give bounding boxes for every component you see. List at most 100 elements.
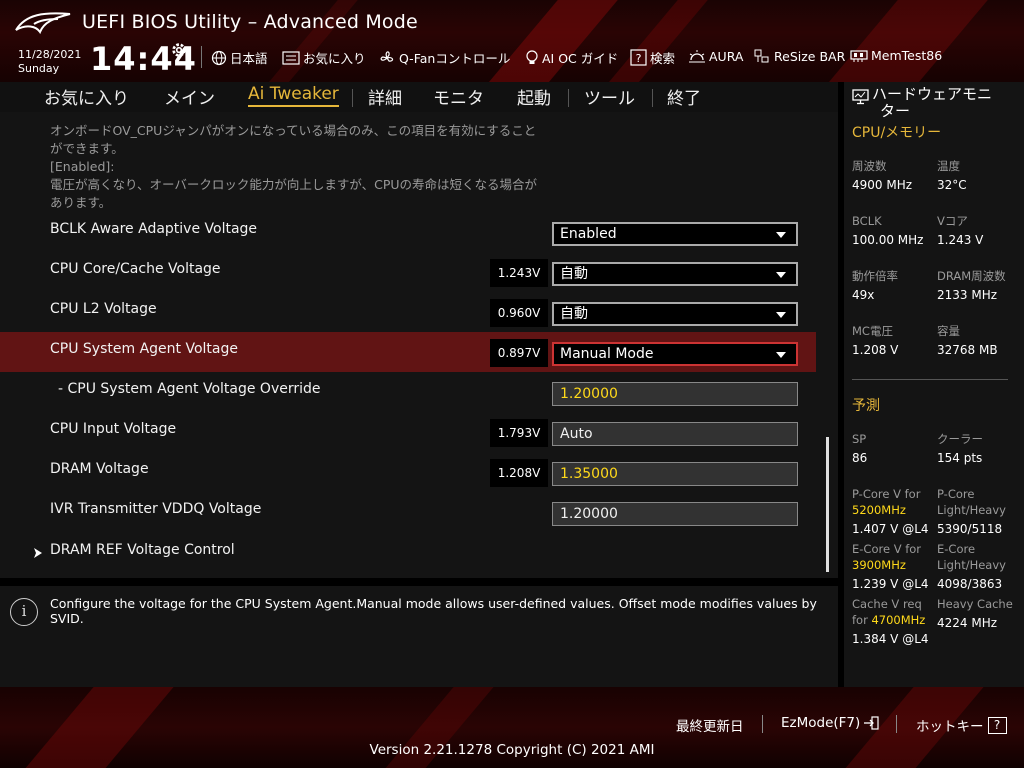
cpu-memory-section: CPU/メモリー — [852, 125, 942, 141]
hw-value: 4098/3863 — [937, 577, 1003, 591]
description-line: あります。 — [50, 195, 112, 210]
setting-label: CPU Input Voltage — [50, 421, 177, 437]
hw-label: Heavy Cache — [937, 597, 1013, 611]
gear-icon[interactable] — [170, 41, 188, 59]
globe-icon — [211, 50, 227, 65]
aura-icon — [689, 50, 705, 63]
tab-boot[interactable]: 起動 — [517, 84, 551, 109]
exit-arrow-icon — [864, 716, 879, 730]
hw-label-text: P-Core V for — [852, 487, 921, 501]
dropdown-value: Manual Mode — [560, 346, 654, 362]
hw-label-text: Light/Heavy — [937, 503, 1006, 517]
tab-main[interactable]: メイン — [164, 84, 215, 109]
language-button[interactable]: 日本語 — [211, 48, 268, 67]
divider — [201, 46, 202, 68]
dram-voltage-input[interactable]: 1.35000 — [552, 462, 798, 486]
setting-row-cpu-core-cache[interactable]: CPU Core/Cache Voltage 1.243V 自動 — [0, 252, 816, 292]
hw-freq-highlight: 3900MHz — [852, 558, 906, 572]
prediction-section: 予測 — [852, 398, 880, 414]
description-line: ができます。 — [50, 141, 124, 156]
setting-label: BCLK Aware Adaptive Voltage — [50, 221, 258, 237]
hw-label-text: E-Core — [937, 542, 976, 556]
menu-divider — [652, 89, 653, 107]
divider — [852, 379, 1008, 380]
last-modified-button[interactable]: 最終更新日 — [676, 715, 744, 735]
day-label: Sunday — [18, 62, 60, 75]
ezmode-button[interactable]: EzMode(F7) — [781, 715, 879, 731]
resize-bar-button[interactable]: ReSize BAR — [753, 48, 845, 64]
hw-label: BCLK — [852, 214, 882, 228]
hw-value: 2133 MHz — [937, 288, 998, 302]
ai-oc-guide-button[interactable]: AI OC ガイド — [525, 48, 618, 67]
tab-exit[interactable]: 終了 — [667, 84, 701, 109]
favorites-button[interactable]: お気に入り — [282, 48, 366, 67]
info-icon: i — [10, 598, 38, 626]
main-menu: お気に入り メイン Ai Tweaker 詳細 モニタ 起動 ツール 終了 — [0, 82, 838, 112]
tab-advanced[interactable]: 詳細 — [368, 84, 402, 109]
setting-row-cpu-input[interactable]: CPU Input Voltage 1.793V Auto — [0, 412, 816, 452]
tab-tool[interactable]: ツール — [584, 84, 635, 109]
setting-row-cpu-l2[interactable]: CPU L2 Voltage 0.960V 自動 — [0, 292, 816, 332]
hw-label-text: E-Core V for — [852, 542, 922, 556]
setting-row-dram-ref[interactable]: DRAM REF Voltage Control — [0, 533, 816, 573]
bclk-aware-dropdown[interactable]: Enabled — [552, 222, 798, 246]
setting-row-sa-override[interactable]: - CPU System Agent Voltage Override 1.20… — [0, 372, 816, 412]
hw-label-text: for — [852, 613, 868, 627]
tab-ai-tweaker[interactable]: Ai Tweaker — [248, 84, 339, 107]
hw-label: Cache V req for 4700MHz — [852, 596, 925, 628]
sa-override-input[interactable]: 1.20000 — [552, 382, 798, 406]
search-label: 検索 — [650, 51, 676, 66]
hw-title-line: ター — [880, 102, 911, 120]
hardware-monitor: ハードウェアモニ ター CPU/メモリー 周波数 4900 MHz 温度 32°… — [844, 82, 1024, 687]
language-label: 日本語 — [230, 51, 268, 66]
hw-freq-highlight: 5200MHz — [852, 503, 906, 517]
setting-row-cpu-system-agent[interactable]: CPU System Agent Voltage 0.897V Manual M… — [0, 332, 816, 372]
help-icon: ? — [987, 716, 1007, 734]
hw-label: DRAM周波数 — [937, 269, 1006, 283]
description-line: オンボードOV_CPUジャンパがオンになっている場合のみ、この項目を有効にするこ… — [50, 123, 537, 138]
hw-label: Vコア — [937, 214, 968, 228]
dropdown-value: Enabled — [560, 226, 617, 242]
setting-row-dram-voltage[interactable]: DRAM Voltage 1.208V 1.35000 — [0, 452, 816, 492]
bulb-icon — [526, 49, 538, 64]
hw-label-text: Light/Heavy — [937, 558, 1006, 572]
voltage-readout: 1.243V — [490, 259, 548, 287]
chevron-down-icon — [776, 352, 786, 358]
hw-label-text: P-Core — [937, 487, 975, 501]
chevron-right-icon — [34, 548, 42, 558]
voltage-readout: 1.793V — [490, 419, 548, 447]
scrollbar[interactable] — [826, 437, 829, 572]
hw-label: 温度 — [937, 159, 960, 173]
ai-oc-guide-label: AI OC ガイド — [542, 51, 619, 66]
tab-monitor[interactable]: モニタ — [433, 84, 484, 109]
setting-row-bclk-aware[interactable]: BCLK Aware Adaptive Voltage Enabled — [0, 212, 816, 252]
cpu-core-cache-dropdown[interactable]: 自動 — [552, 262, 798, 286]
setting-label: DRAM Voltage — [50, 461, 149, 477]
hw-title-line: ハードウェアモニ — [872, 85, 993, 103]
hw-value: 32768 MB — [937, 343, 998, 357]
hw-value: 4224 MHz — [937, 616, 998, 630]
setting-row-ivr-vddq[interactable]: IVR Transmitter VDDQ Voltage 1.20000 — [0, 492, 816, 532]
settings-panel: オンボードOV_CPUジャンパがオンになっている場合のみ、この項目を有効にするこ… — [0, 112, 838, 578]
qfan-button[interactable]: Q-Fanコントロール — [378, 48, 510, 67]
ivr-vddq-input[interactable]: 1.20000 — [552, 502, 798, 526]
cpu-input-voltage-input[interactable]: Auto — [552, 422, 798, 446]
hw-label: クーラー — [937, 432, 983, 446]
setting-description: オンボードOV_CPUジャンパがオンになっている場合のみ、この項目を有効にするこ… — [50, 122, 610, 212]
memtest-label: MemTest86 — [871, 48, 943, 63]
resize-bar-label: ReSize BAR — [774, 48, 846, 64]
memtest-button[interactable]: MemTest86 — [850, 48, 942, 63]
hw-label: P-Core V for 5200MHz — [852, 486, 920, 518]
hotkey-button[interactable]: ホットキー ? — [916, 715, 1007, 735]
cpu-l2-dropdown[interactable]: 自動 — [552, 302, 798, 326]
favorites-icon — [282, 50, 300, 65]
favorites-label: お気に入り — [303, 51, 366, 66]
aura-button[interactable]: AURA — [688, 48, 743, 64]
search-button[interactable]: ? 検索 — [630, 48, 675, 67]
description-line: [Enabled]: — [50, 159, 115, 174]
svg-text:?: ? — [636, 52, 642, 65]
cpu-system-agent-dropdown[interactable]: Manual Mode — [552, 342, 798, 366]
hw-value: 86 — [852, 451, 868, 465]
tab-favorites[interactable]: お気に入り — [44, 84, 129, 109]
hw-value: 100.00 MHz — [852, 233, 924, 247]
